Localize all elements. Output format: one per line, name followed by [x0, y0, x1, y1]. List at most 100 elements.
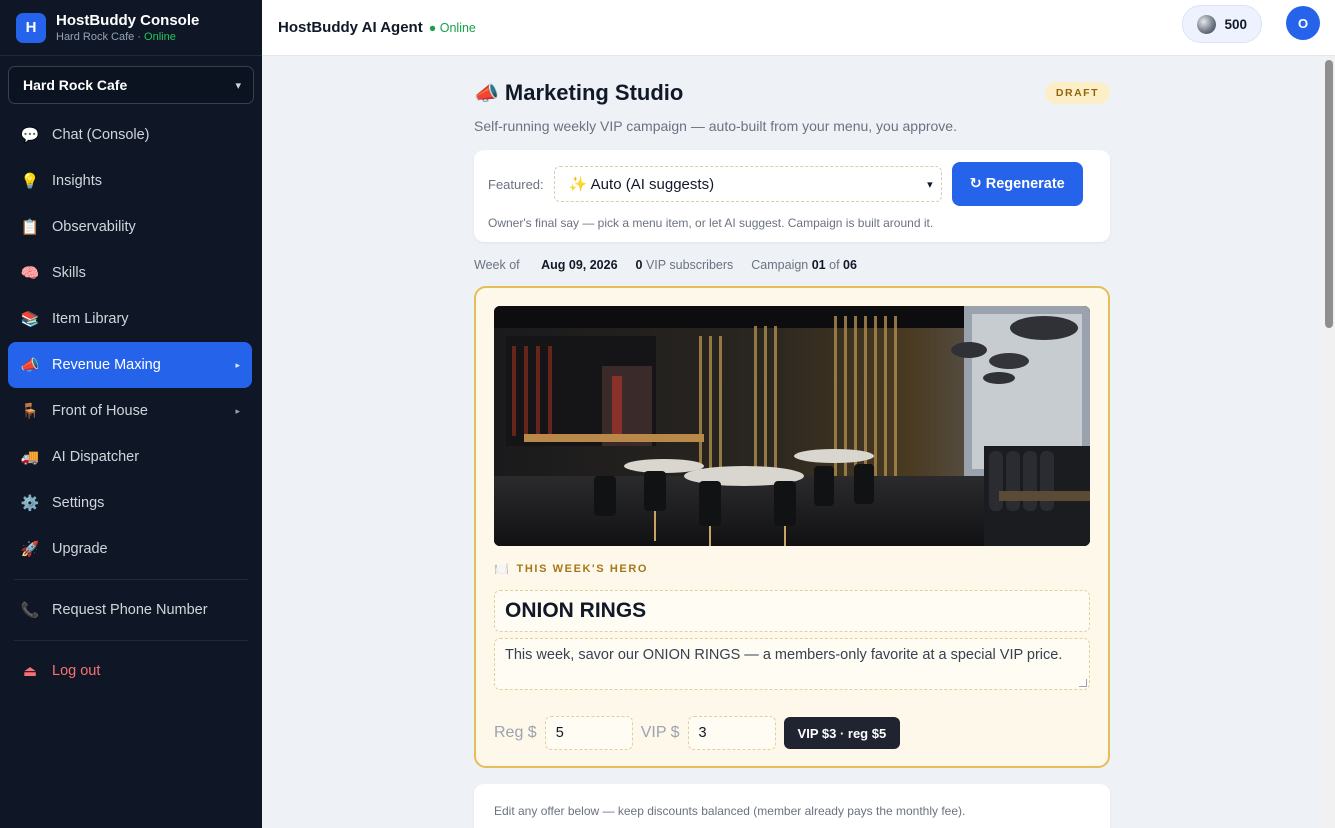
nav-divider — [14, 640, 248, 641]
hero-card: 🍽️ THIS WEEK'S HERO ONION RINGS This wee… — [474, 286, 1110, 768]
coin-icon — [1197, 14, 1217, 34]
books-icon: 📚 — [20, 311, 40, 328]
subscribers-meta: 0 VIP subscribers — [636, 258, 734, 272]
offers-help: Edit any offer below — keep discounts ba… — [494, 804, 966, 818]
hero-photo[interactable] — [494, 306, 1090, 546]
sidebar-item-item-library[interactable]: 📚 Item Library — [8, 296, 252, 342]
sidebar-item-label: Item Library — [52, 311, 129, 327]
brand-separator: · — [134, 31, 145, 43]
sidebar-item-label: AI Dispatcher — [52, 449, 140, 465]
brand-logo: H — [16, 12, 46, 43]
rocket-icon: 🚀 — [20, 541, 40, 558]
sidebar-item-observability[interactable]: 📋 Observability — [8, 204, 252, 250]
draft-badge: DRAFT — [1044, 82, 1110, 104]
hero-label-text: THIS WEEK'S HERO — [516, 563, 649, 575]
logout-icon: ⏏ — [22, 663, 38, 680]
chevron-right-icon: ▸ — [235, 359, 240, 370]
chevron-right-icon: ▸ — [235, 405, 240, 416]
hero-label: 🍽️ THIS WEEK'S HERO — [494, 562, 1090, 576]
megaphone-icon: 📣 — [474, 82, 499, 105]
sidebar-item-settings[interactable]: ⚙️ Settings — [8, 480, 252, 526]
vip-price-label: VIP $ — [640, 724, 680, 741]
featured-help: Owner's final say — pick a menu item, or… — [488, 216, 934, 230]
vip-price-input[interactable]: 3 — [687, 716, 776, 750]
featured-label: Featured: — [488, 176, 544, 192]
restaurant-interior-image — [494, 306, 1090, 546]
logout-label: Log out — [52, 663, 101, 679]
brand-status: Online — [144, 31, 176, 43]
credits-value: 500 — [1224, 16, 1247, 32]
brand-header: H HostBuddy Console Hard Rock Cafe · Onl… — [0, 0, 262, 56]
sidebar-item-label: Front of House — [52, 403, 148, 419]
sidebar: H HostBuddy Console Hard Rock Cafe · Onl… — [0, 0, 262, 828]
phone-icon: 📞 — [20, 602, 40, 619]
sidebar-item-ai-dispatcher[interactable]: 🚚 AI Dispatcher — [8, 434, 252, 480]
featured-card: Featured: ✨ Auto (AI suggests) ▾ ↻ Regen… — [474, 150, 1110, 242]
nav-item-request-phone[interactable]: 📞 Request Phone Number — [8, 587, 252, 633]
brand-venue: Hard Rock Cafe — [56, 31, 135, 43]
page-title: 📣 Marketing Studio — [474, 80, 1110, 106]
week-value: Aug 09, 2026 — [541, 258, 618, 272]
user-avatar[interactable]: O — [1286, 6, 1320, 40]
agent-title: HostBuddy AI Agent — [278, 19, 423, 36]
chair-icon: 🪑 — [20, 403, 40, 420]
sidebar-item-revenue-maxing[interactable]: 📣 Revenue Maxing ▸ — [8, 342, 252, 388]
sidebar-item-label: Revenue Maxing — [52, 357, 161, 373]
nav-list: 💬 Chat (Console) 💡 Insights 📋 Observability 🧠 S… — [0, 112, 262, 572]
chevron-down-icon: ▾ — [927, 178, 933, 191]
sidebar-item-chat-console[interactable]: 💬 Chat (Console) — [8, 112, 252, 158]
week-prefix: Week of — [474, 258, 524, 272]
offers-card: Edit any offer below — keep discounts ba… — [474, 784, 1110, 828]
subscribers-suffix: VIP subscribers — [642, 258, 734, 272]
nav-label: Request Phone Number — [52, 602, 208, 618]
sidebar-item-upgrade[interactable]: 🚀 Upgrade — [8, 526, 252, 572]
logout-button[interactable]: ⏏ Log out — [8, 648, 252, 694]
top-bar: HostBuddy AI Agent ● Online 500 O — [262, 0, 1335, 56]
plate-icon: 🍽️ — [494, 562, 511, 576]
sidebar-item-insights[interactable]: 💡 Insights — [8, 158, 252, 204]
price-summary-badge: VIP $3 · reg $5 — [783, 717, 901, 749]
studio-header: 📣 Marketing Studio DRAFT — [474, 80, 1110, 108]
week-meta: Week of Aug 09, 2026 — [474, 258, 618, 272]
featured-select-value: ✨ Auto (AI suggests) — [568, 176, 715, 193]
subscribers-value: 0 — [635, 258, 643, 272]
lightbulb-icon: 💡 — [20, 173, 40, 190]
brand-title: HostBuddy Console — [56, 12, 200, 29]
sidebar-item-label: Skills — [52, 265, 86, 281]
credits-badge[interactable]: 500 — [1182, 5, 1262, 43]
resize-handle-icon[interactable] — [1079, 679, 1087, 687]
campaign-count-meta: Campaign 01 of 06 — [751, 258, 857, 272]
main-content: 📣 Marketing Studio DRAFT Self-running we… — [474, 56, 1110, 828]
sidebar-item-label: Observability — [52, 219, 136, 235]
sidebar-item-label: Settings — [52, 495, 105, 511]
price-row: Reg $ 5 VIP $ 3 VIP $3 · reg $5 — [494, 716, 1090, 750]
chevron-down-icon: ▾ — [235, 79, 241, 92]
hero-name-input[interactable]: ONION RINGS — [494, 590, 1090, 632]
gear-icon: ⚙️ — [20, 495, 40, 512]
scrollbar-thumb[interactable] — [1325, 60, 1333, 328]
campaign-of: of — [825, 258, 844, 272]
venue-select[interactable]: Hard Rock Cafe ▾ — [8, 66, 254, 104]
brain-icon: 🧠 — [20, 265, 40, 282]
nav-divider — [14, 579, 248, 580]
regenerate-button[interactable]: ↻ Regenerate — [951, 162, 1083, 206]
campaign-value: 01 — [811, 258, 826, 272]
campaign-total: 06 — [843, 258, 857, 272]
hero-description-textarea[interactable]: This week, savor our ONION RINGS — a mem… — [494, 638, 1090, 690]
sidebar-item-label: Upgrade — [52, 541, 108, 557]
chat-icon: 💬 — [20, 127, 40, 144]
agent-status: ● Online — [428, 20, 476, 35]
featured-select[interactable]: ✨ Auto (AI suggests) ▾ — [553, 166, 942, 202]
page-subtitle: Self-running weekly VIP campaign — auto-… — [474, 118, 957, 134]
sidebar-item-skills[interactable]: 🧠 Skills — [8, 250, 252, 296]
campaign-prefix: Campaign — [751, 258, 812, 272]
venue-select-value: Hard Rock Cafe — [23, 77, 128, 93]
campaign-meta: Week of Aug 09, 2026 0 VIP subscribers C… — [474, 258, 1110, 272]
brand-subtitle: Hard Rock Cafe · Online — [56, 31, 199, 43]
sidebar-item-front-of-house[interactable]: 🪑 Front of House ▸ — [8, 388, 252, 434]
regular-price-input[interactable]: 5 — [544, 716, 633, 750]
hero-description-text: This week, savor our ONION RINGS — a mem… — [505, 647, 1063, 663]
sidebar-item-label: Chat (Console) — [52, 127, 150, 143]
truck-icon: 🚚 — [20, 449, 40, 466]
regular-price-label: Reg $ — [494, 724, 537, 741]
